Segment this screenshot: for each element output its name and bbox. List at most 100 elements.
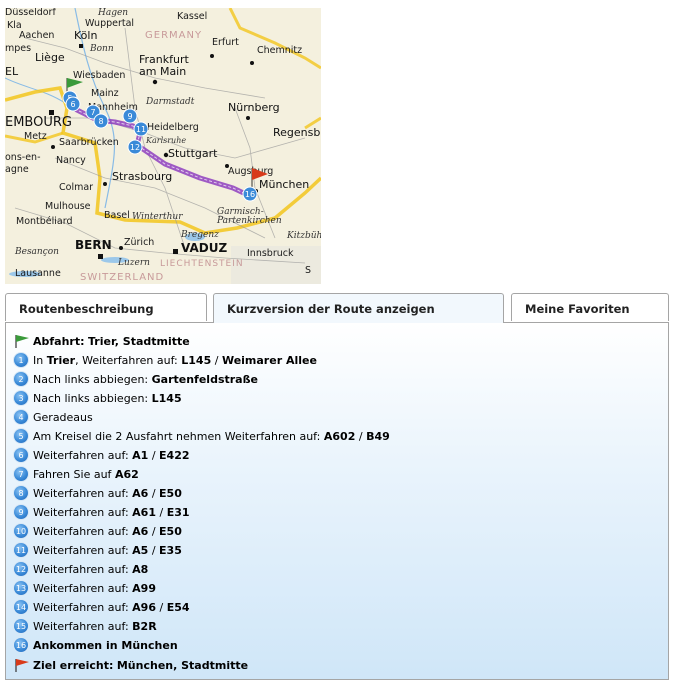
route-step[interactable]: 3 Nach links abbiegen: L145 [14,389,182,407]
step-text: L145 [181,353,212,367]
route-start-prefix: Abfahrt: [33,334,85,348]
step-text: L145 [151,391,182,405]
route-step[interactable]: 5 Am Kreisel die 2 Ausfahrt nehmen Weiter… [14,427,390,445]
map-route-marker[interactable]: 6 [65,96,81,112]
route-step[interactable]: 14 Weiterfahren auf: A96 / E54 [14,598,190,616]
svg-text:16: 16 [245,190,255,199]
map-city-label: Kitzbühel [286,231,321,241]
step-text: A62 [114,467,139,481]
step-text: B49 [366,429,390,443]
map-city-label: Kassel [177,11,207,22]
step-number-badge: 13 [14,581,28,595]
step-text: Weimarer Allee [221,353,317,367]
map-city-label: Basel [104,210,130,221]
map-city-label: ons-en- [5,152,41,163]
svg-text:6: 6 [70,100,75,109]
step-text: Nach links abbiegen: [33,372,152,386]
step-text: Geradeaus [33,410,93,424]
map-city-label: Montbéliard [16,216,73,227]
green-flag-icon [15,335,29,348]
map-city-label: Hagen [97,8,128,18]
map-city-label: Köln [74,29,97,42]
step-text: / [355,429,367,443]
svg-text:11: 11 [136,125,146,134]
map-city-label: Mainz [91,88,119,99]
route-panel: Abfahrt: Trier, Stadtmitte 1 In Trier, We… [5,322,669,680]
map-route-marker[interactable]: 11 [133,121,149,137]
route-step[interactable]: 4 Geradeaus [14,408,93,426]
route-step[interactable]: 10 Weiterfahren auf: A6 / E50 [14,522,182,540]
map-city-label: Aachen [19,30,54,41]
map-route-marker[interactable]: 16 [242,186,258,202]
step-number-badge: 3 [14,391,28,405]
map-city-label: Nürnberg [228,101,280,114]
svg-text:12: 12 [130,143,140,152]
step-text: Weiterfahren auf: [33,543,133,557]
route-map[interactable]: GERMANY SWITZERLAND LIECHTENSTEIN Düssel… [5,8,321,284]
map-route-marker[interactable]: 9 [122,108,138,124]
map-city-label: Wuppertal [85,18,134,29]
step-text: Weiterfahren auf: [33,448,133,462]
tab-meine-favoriten[interactable]: Meine Favoriten [511,293,669,321]
map-city-label: Bonn [89,44,114,54]
step-text: Weiterfahren auf: [33,505,133,519]
step-text: A61 [132,505,156,519]
map-city-label: Mulhouse [45,201,91,212]
step-text: A8 [132,562,149,576]
map-city-label: Wiesbaden [73,70,125,81]
map-city-label: Besançon [14,247,59,257]
route-step[interactable]: 9 Weiterfahren auf: A61 / E31 [14,503,190,521]
map-city-label: Strasbourg [112,170,172,183]
route-step[interactable]: 11 Weiterfahren auf: A5 / E35 [14,541,182,559]
route-step[interactable]: 12 Weiterfahren auf: A8 [14,560,148,578]
map-city-label: Karlsruhe [145,136,186,145]
map-route-marker[interactable]: 8 [93,113,109,129]
step-text: / [211,353,222,367]
route-map-canvas: GERMANY SWITZERLAND LIECHTENSTEIN Düssel… [5,8,321,284]
step-number-badge: 12 [14,562,28,576]
route-start-line: Abfahrt: Trier, Stadtmitte [14,332,190,350]
map-city-label: Liège [35,51,65,64]
tab-routenbeschreibung[interactable]: Routenbeschreibung [5,293,207,321]
route-end-place: München, Stadtmitte [116,658,249,672]
map-city-label: EMBOURG [5,115,72,130]
route-step[interactable]: 1 In Trier, Weiterfahren auf: L145 / Weim… [14,351,317,369]
route-tabs: Routenbeschreibung Kurzversion der Route… [5,293,669,323]
step-text: Weiterfahren auf: [33,619,133,633]
step-text: E50 [159,524,182,538]
route-step[interactable]: 6 Weiterfahren auf: A1 / E422 [14,446,190,464]
step-number-badge: 4 [14,410,28,424]
map-city-label: Düsseldorf [5,8,56,18]
map-route-marker[interactable]: 12 [127,139,143,155]
map-city-label: Darmstadt [145,97,195,107]
route-step[interactable]: 13 Weiterfahren auf: A99 [14,579,156,597]
map-city-label: Partenkirchen [216,216,282,226]
step-text: / [148,486,160,500]
map-city-label: Stuttgart [168,147,218,160]
step-text: / [148,524,160,538]
svg-text:9: 9 [127,112,132,121]
map-city-label: BERN [75,238,112,252]
map-city-label: Innsbruck [247,248,294,259]
svg-text:8: 8 [98,117,103,126]
map-city-label: Chemnitz [257,45,302,56]
map-label-liechtenstein: LIECHTENSTEIN [160,259,244,269]
step-text: A1 [132,448,149,462]
step-number-badge: 14 [14,600,28,614]
svg-text:7: 7 [90,108,95,117]
map-city-label: Luzern [117,258,150,268]
map-city-label: Heidelberg [147,122,199,133]
route-step[interactable]: 2 Nach links abbiegen: Gartenfeldstraße [14,370,258,388]
step-number-badge: 7 [14,467,28,481]
step-text: A6 [132,486,149,500]
map-city-label: VADUZ [181,241,227,255]
map-city-label: Bregenz [180,230,219,240]
step-text: Trier [46,353,76,367]
step-text: E422 [159,448,190,462]
step-text: E54 [166,600,190,614]
route-step[interactable]: 15 Weiterfahren auf: B2R [14,617,157,635]
tab-kurzversion[interactable]: Kurzversion der Route anzeigen [213,293,504,323]
route-step[interactable]: 8 Weiterfahren auf: A6 / E50 [14,484,182,502]
route-step[interactable]: 7 Fahren Sie auf A62 [14,465,139,483]
route-step[interactable]: 16 Ankommen in München [14,636,178,654]
